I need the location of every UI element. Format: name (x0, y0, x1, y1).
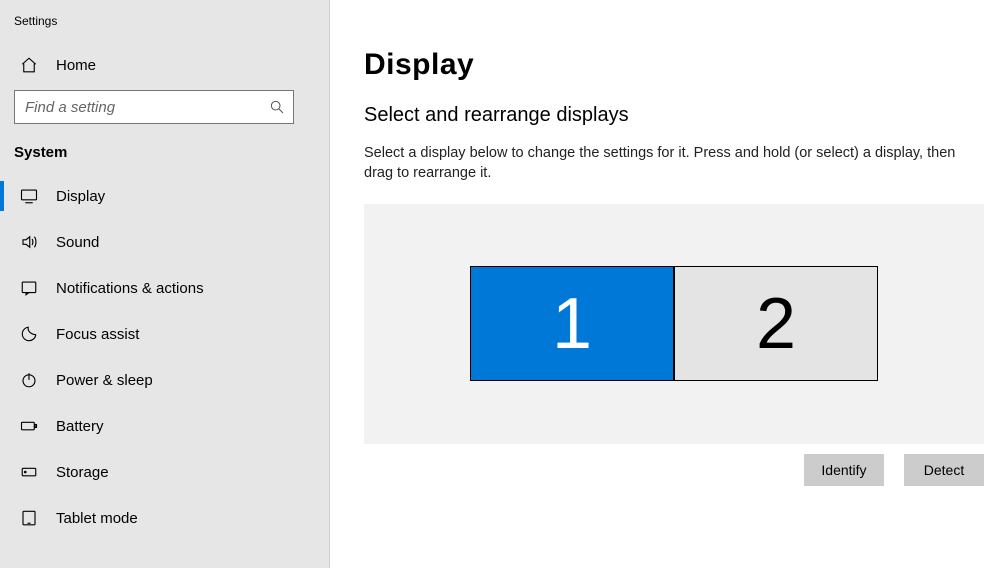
sidebar-item-label: Storage (56, 464, 109, 481)
sidebar-item-notifications[interactable]: Notifications & actions (0, 265, 329, 311)
section-heading: Select and rearrange displays (364, 104, 966, 127)
search-box[interactable] (14, 90, 294, 124)
sidebar-item-power-sleep[interactable]: Power & sleep (0, 357, 329, 403)
nav-list: Display Sound Notifications & actions (0, 173, 329, 541)
sidebar-item-label: Sound (56, 234, 99, 251)
sidebar-item-label: Focus assist (56, 326, 139, 343)
search-input[interactable] (15, 91, 293, 123)
sound-icon (20, 233, 38, 251)
section-description: Select a display below to change the set… (364, 143, 966, 184)
display-button-row: Identify Detect (364, 454, 984, 486)
display-arrange-area[interactable]: 1 2 (364, 204, 984, 444)
sidebar: Settings Home System Displa (0, 0, 330, 568)
window-title: Settings (0, 10, 329, 46)
sidebar-section-label: System (0, 138, 329, 173)
notifications-icon (20, 279, 38, 297)
sidebar-item-label: Battery (56, 418, 104, 435)
sidebar-item-label: Notifications & actions (56, 280, 204, 297)
monitor-1[interactable]: 1 (470, 266, 674, 381)
sidebar-item-label: Power & sleep (56, 372, 153, 389)
sidebar-item-label: Display (56, 188, 105, 205)
monitor-2[interactable]: 2 (674, 266, 878, 381)
sidebar-item-tablet-mode[interactable]: Tablet mode (0, 495, 329, 541)
main-content: Display Select and rearrange displays Se… (330, 0, 1000, 568)
battery-icon (20, 417, 38, 435)
focus-assist-icon (20, 325, 38, 343)
sidebar-item-storage[interactable]: Storage (0, 449, 329, 495)
tablet-icon (20, 509, 38, 527)
sidebar-item-focus-assist[interactable]: Focus assist (0, 311, 329, 357)
storage-icon (20, 463, 38, 481)
home-icon (20, 56, 38, 74)
sidebar-home[interactable]: Home (0, 46, 329, 84)
home-label: Home (56, 57, 96, 74)
sidebar-item-sound[interactable]: Sound (0, 219, 329, 265)
search-wrap (0, 84, 329, 138)
search-icon (269, 99, 285, 115)
display-icon (20, 187, 38, 205)
detect-button[interactable]: Detect (904, 454, 984, 486)
power-icon (20, 371, 38, 389)
sidebar-item-battery[interactable]: Battery (0, 403, 329, 449)
sidebar-item-label: Tablet mode (56, 510, 138, 527)
page-title: Display (364, 48, 966, 82)
sidebar-item-display[interactable]: Display (0, 173, 329, 219)
identify-button[interactable]: Identify (804, 454, 884, 486)
